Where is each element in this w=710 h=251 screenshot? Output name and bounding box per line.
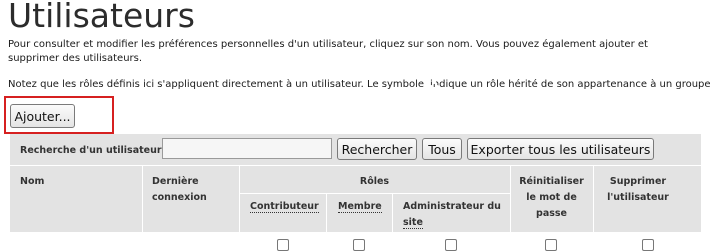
page-title: Utilisateurs — [8, 0, 195, 35]
column-header-contributor[interactable]: Contributeur — [250, 199, 319, 215]
member-checkbox[interactable] — [353, 239, 365, 251]
column-group-roles: Rôles — [359, 176, 390, 187]
search-input[interactable] — [162, 138, 332, 159]
delete-user-checkbox[interactable] — [642, 239, 654, 251]
site-admin-checkbox[interactable] — [445, 239, 457, 251]
table-header-top-line — [10, 165, 701, 166]
search-button[interactable]: Rechercher — [337, 138, 417, 160]
column-header-delete-user: Supprimer l'utilisateur — [607, 176, 669, 203]
reset-password-checkbox[interactable] — [545, 239, 557, 251]
contributor-checkbox[interactable] — [277, 239, 289, 251]
table-row-cell — [143, 232, 239, 242]
column-header-site-admin[interactable]: Administrateur du site — [403, 199, 507, 231]
roles-note-text-after: indique un rôle hérité de son appartenan… — [430, 79, 710, 90]
table-row — [10, 232, 142, 242]
column-header-last-login[interactable]: Dernière connexion — [152, 174, 207, 206]
export-users-button[interactable]: Exporter tous les utilisateurs — [467, 138, 654, 160]
show-all-button[interactable]: Tous — [422, 138, 462, 160]
roles-subheader-line — [239, 193, 510, 194]
column-header-name[interactable]: Nom — [20, 174, 44, 190]
column-header-member[interactable]: Membre — [338, 199, 382, 215]
roles-note: Notez que les rôles définis ici s'appliq… — [8, 76, 710, 94]
column-header-reset-password: Réinitialiser le mot de passe — [519, 176, 584, 219]
table-divider — [142, 165, 143, 242]
add-user-button[interactable]: Ajouter... — [10, 104, 75, 128]
roles-note-text-before: Notez que les rôles définis ici s'appliq… — [8, 79, 425, 90]
page-description: Pour consulter et modifier les préférenc… — [8, 39, 648, 64]
search-label: Recherche d'un utilisateur: — [20, 145, 166, 156]
